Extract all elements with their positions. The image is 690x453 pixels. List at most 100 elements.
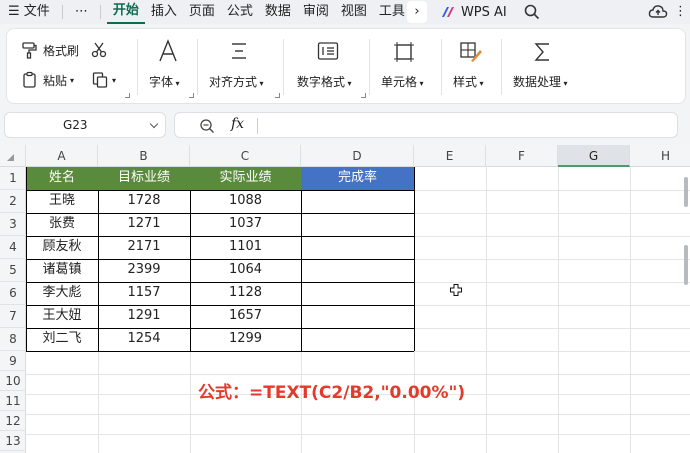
- wps-ai-logo-icon: [441, 7, 454, 17]
- table-cell[interactable]: 1271: [98, 213, 190, 236]
- style-group[interactable]: 样式 ▾: [441, 29, 501, 105]
- row-header[interactable]: 6: [0, 282, 26, 305]
- table-cell[interactable]: 顾友秋: [26, 236, 98, 259]
- number-format-group[interactable]: 数字格式 ▾: [283, 29, 369, 105]
- table-header-actual[interactable]: 实际业绩: [190, 167, 301, 190]
- tab-home[interactable]: 开始: [106, 0, 145, 24]
- chevron-right-icon[interactable]: ›: [406, 1, 427, 23]
- dialog-launcher-icon[interactable]: [275, 93, 280, 98]
- table-cell[interactable]: [301, 259, 414, 282]
- table-cell[interactable]: [301, 236, 414, 259]
- row-header[interactable]: 10: [0, 371, 26, 391]
- format-painter-button[interactable]: 格式刷: [21, 41, 79, 59]
- tab-tools[interactable]: 工具: [373, 0, 405, 24]
- row-header[interactable]: 9: [0, 351, 26, 371]
- scrollbar-thumb[interactable]: [684, 245, 688, 285]
- table-cell[interactable]: 1064: [190, 259, 301, 282]
- table-cell[interactable]: 张费: [26, 213, 98, 236]
- tab-data[interactable]: 数据: [259, 0, 297, 24]
- spreadsheet-grid[interactable]: A B C D E F G H 1 2 3 4 5 6 7 8 9 10 11 …: [0, 145, 690, 453]
- tab-page[interactable]: 页面: [183, 0, 221, 24]
- select-all-corner[interactable]: [0, 145, 26, 167]
- chevron-down-icon: ▾: [561, 79, 568, 88]
- dialog-launcher-icon[interactable]: [125, 93, 130, 98]
- align-group[interactable]: 对齐方式 ▾: [197, 29, 283, 105]
- table-cell[interactable]: 王晓: [26, 190, 98, 213]
- more-options-icon[interactable]: ⋮: [674, 0, 687, 24]
- paste-button[interactable]: 粘贴 ▾: [21, 71, 74, 89]
- table-cell[interactable]: 刘二飞: [26, 328, 98, 351]
- table-cell[interactable]: 1291: [98, 305, 190, 328]
- row-header[interactable]: 4: [0, 236, 26, 259]
- row-header[interactable]: 8: [0, 328, 26, 351]
- dialog-launcher-icon[interactable]: [189, 93, 194, 98]
- cell-group[interactable]: 单元格 ▾: [369, 29, 441, 105]
- column-header-h[interactable]: H: [630, 145, 690, 167]
- column-header-a[interactable]: A: [26, 145, 98, 167]
- row-header[interactable]: 3: [0, 213, 26, 236]
- table-cell[interactable]: 1254: [98, 328, 190, 351]
- style-brush-icon: [460, 42, 482, 62]
- column-header-c[interactable]: C: [190, 145, 301, 167]
- more-menu[interactable]: ⋯: [69, 0, 94, 24]
- search-icon[interactable]: [522, 2, 542, 22]
- dialog-launcher-icon[interactable]: [361, 93, 366, 98]
- copy-button[interactable]: ▾: [91, 71, 116, 89]
- table-cell[interactable]: 李大彪: [26, 282, 98, 305]
- table-cell[interactable]: [301, 190, 414, 213]
- zoom-icon[interactable]: [199, 118, 215, 134]
- row-header[interactable]: 11: [0, 391, 26, 411]
- chevron-down-icon[interactable]: [149, 119, 159, 129]
- column-header-g[interactable]: G: [558, 145, 630, 167]
- formula-bar[interactable]: fx: [174, 112, 678, 138]
- column-header-f[interactable]: F: [486, 145, 558, 167]
- tab-review[interactable]: 审阅: [297, 0, 335, 24]
- ribbon-toolbar: 格式刷 粘贴 ▾ ▾ 字体 ▾ 对齐方式 ▾ 数字格式 ▾ 单元格 ▾ 样式 ▾…: [6, 28, 686, 104]
- chevron-down-icon: ▾: [173, 79, 180, 88]
- cloud-upload-icon[interactable]: [648, 2, 668, 22]
- table-cell[interactable]: 诸葛镇: [26, 259, 98, 282]
- name-box[interactable]: G23: [4, 112, 166, 138]
- scrollbar-thumb[interactable]: [684, 177, 688, 207]
- wps-ai-button[interactable]: WPS AI: [441, 5, 507, 20]
- row-header[interactable]: 12: [0, 411, 26, 431]
- table-cell[interactable]: 1128: [190, 282, 301, 305]
- column-header-d[interactable]: D: [301, 145, 414, 167]
- column-header-b[interactable]: B: [98, 145, 190, 167]
- table-cell[interactable]: 1037: [190, 213, 301, 236]
- data-process-group[interactable]: 数据处理 ▾: [501, 29, 587, 105]
- table-cell[interactable]: 1101: [190, 236, 301, 259]
- table-cell[interactable]: 2171: [98, 236, 190, 259]
- table-cell[interactable]: [301, 305, 414, 328]
- table-cell[interactable]: 2399: [98, 259, 190, 282]
- chevron-down-icon: ▾: [417, 79, 424, 88]
- row-header[interactable]: 7: [0, 305, 26, 328]
- cell-cursor-icon: [450, 284, 462, 296]
- row-header[interactable]: 5: [0, 259, 26, 282]
- row-header[interactable]: 13: [0, 431, 26, 451]
- table-header-target[interactable]: 目标业绩: [98, 167, 190, 190]
- table-cell[interactable]: 1088: [190, 190, 301, 213]
- file-menu[interactable]: ☰ 文件: [0, 0, 56, 24]
- row-header[interactable]: 1: [0, 167, 26, 190]
- table-cell[interactable]: 王大妞: [26, 305, 98, 328]
- tab-formula[interactable]: 公式: [221, 0, 259, 24]
- tab-view[interactable]: 视图: [335, 0, 373, 24]
- font-group[interactable]: 字体 ▾: [137, 29, 197, 105]
- table-header-rate[interactable]: 完成率: [301, 167, 414, 190]
- chevron-down-icon: ▾: [70, 75, 75, 85]
- fx-icon[interactable]: fx: [231, 116, 244, 132]
- table-header-name[interactable]: 姓名: [26, 167, 98, 190]
- row-header[interactable]: 2: [0, 190, 26, 213]
- menu-divider: [99, 5, 101, 19]
- scissors-icon[interactable]: [91, 42, 107, 58]
- table-cell[interactable]: [301, 328, 414, 351]
- table-cell[interactable]: 1157: [98, 282, 190, 305]
- tab-insert[interactable]: 插入: [145, 0, 183, 24]
- table-cell[interactable]: [301, 213, 414, 236]
- table-cell[interactable]: 1657: [190, 305, 301, 328]
- table-cell[interactable]: 1728: [98, 190, 190, 213]
- column-header-e[interactable]: E: [414, 145, 486, 167]
- table-cell[interactable]: 1299: [190, 328, 301, 351]
- table-cell[interactable]: [301, 282, 414, 305]
